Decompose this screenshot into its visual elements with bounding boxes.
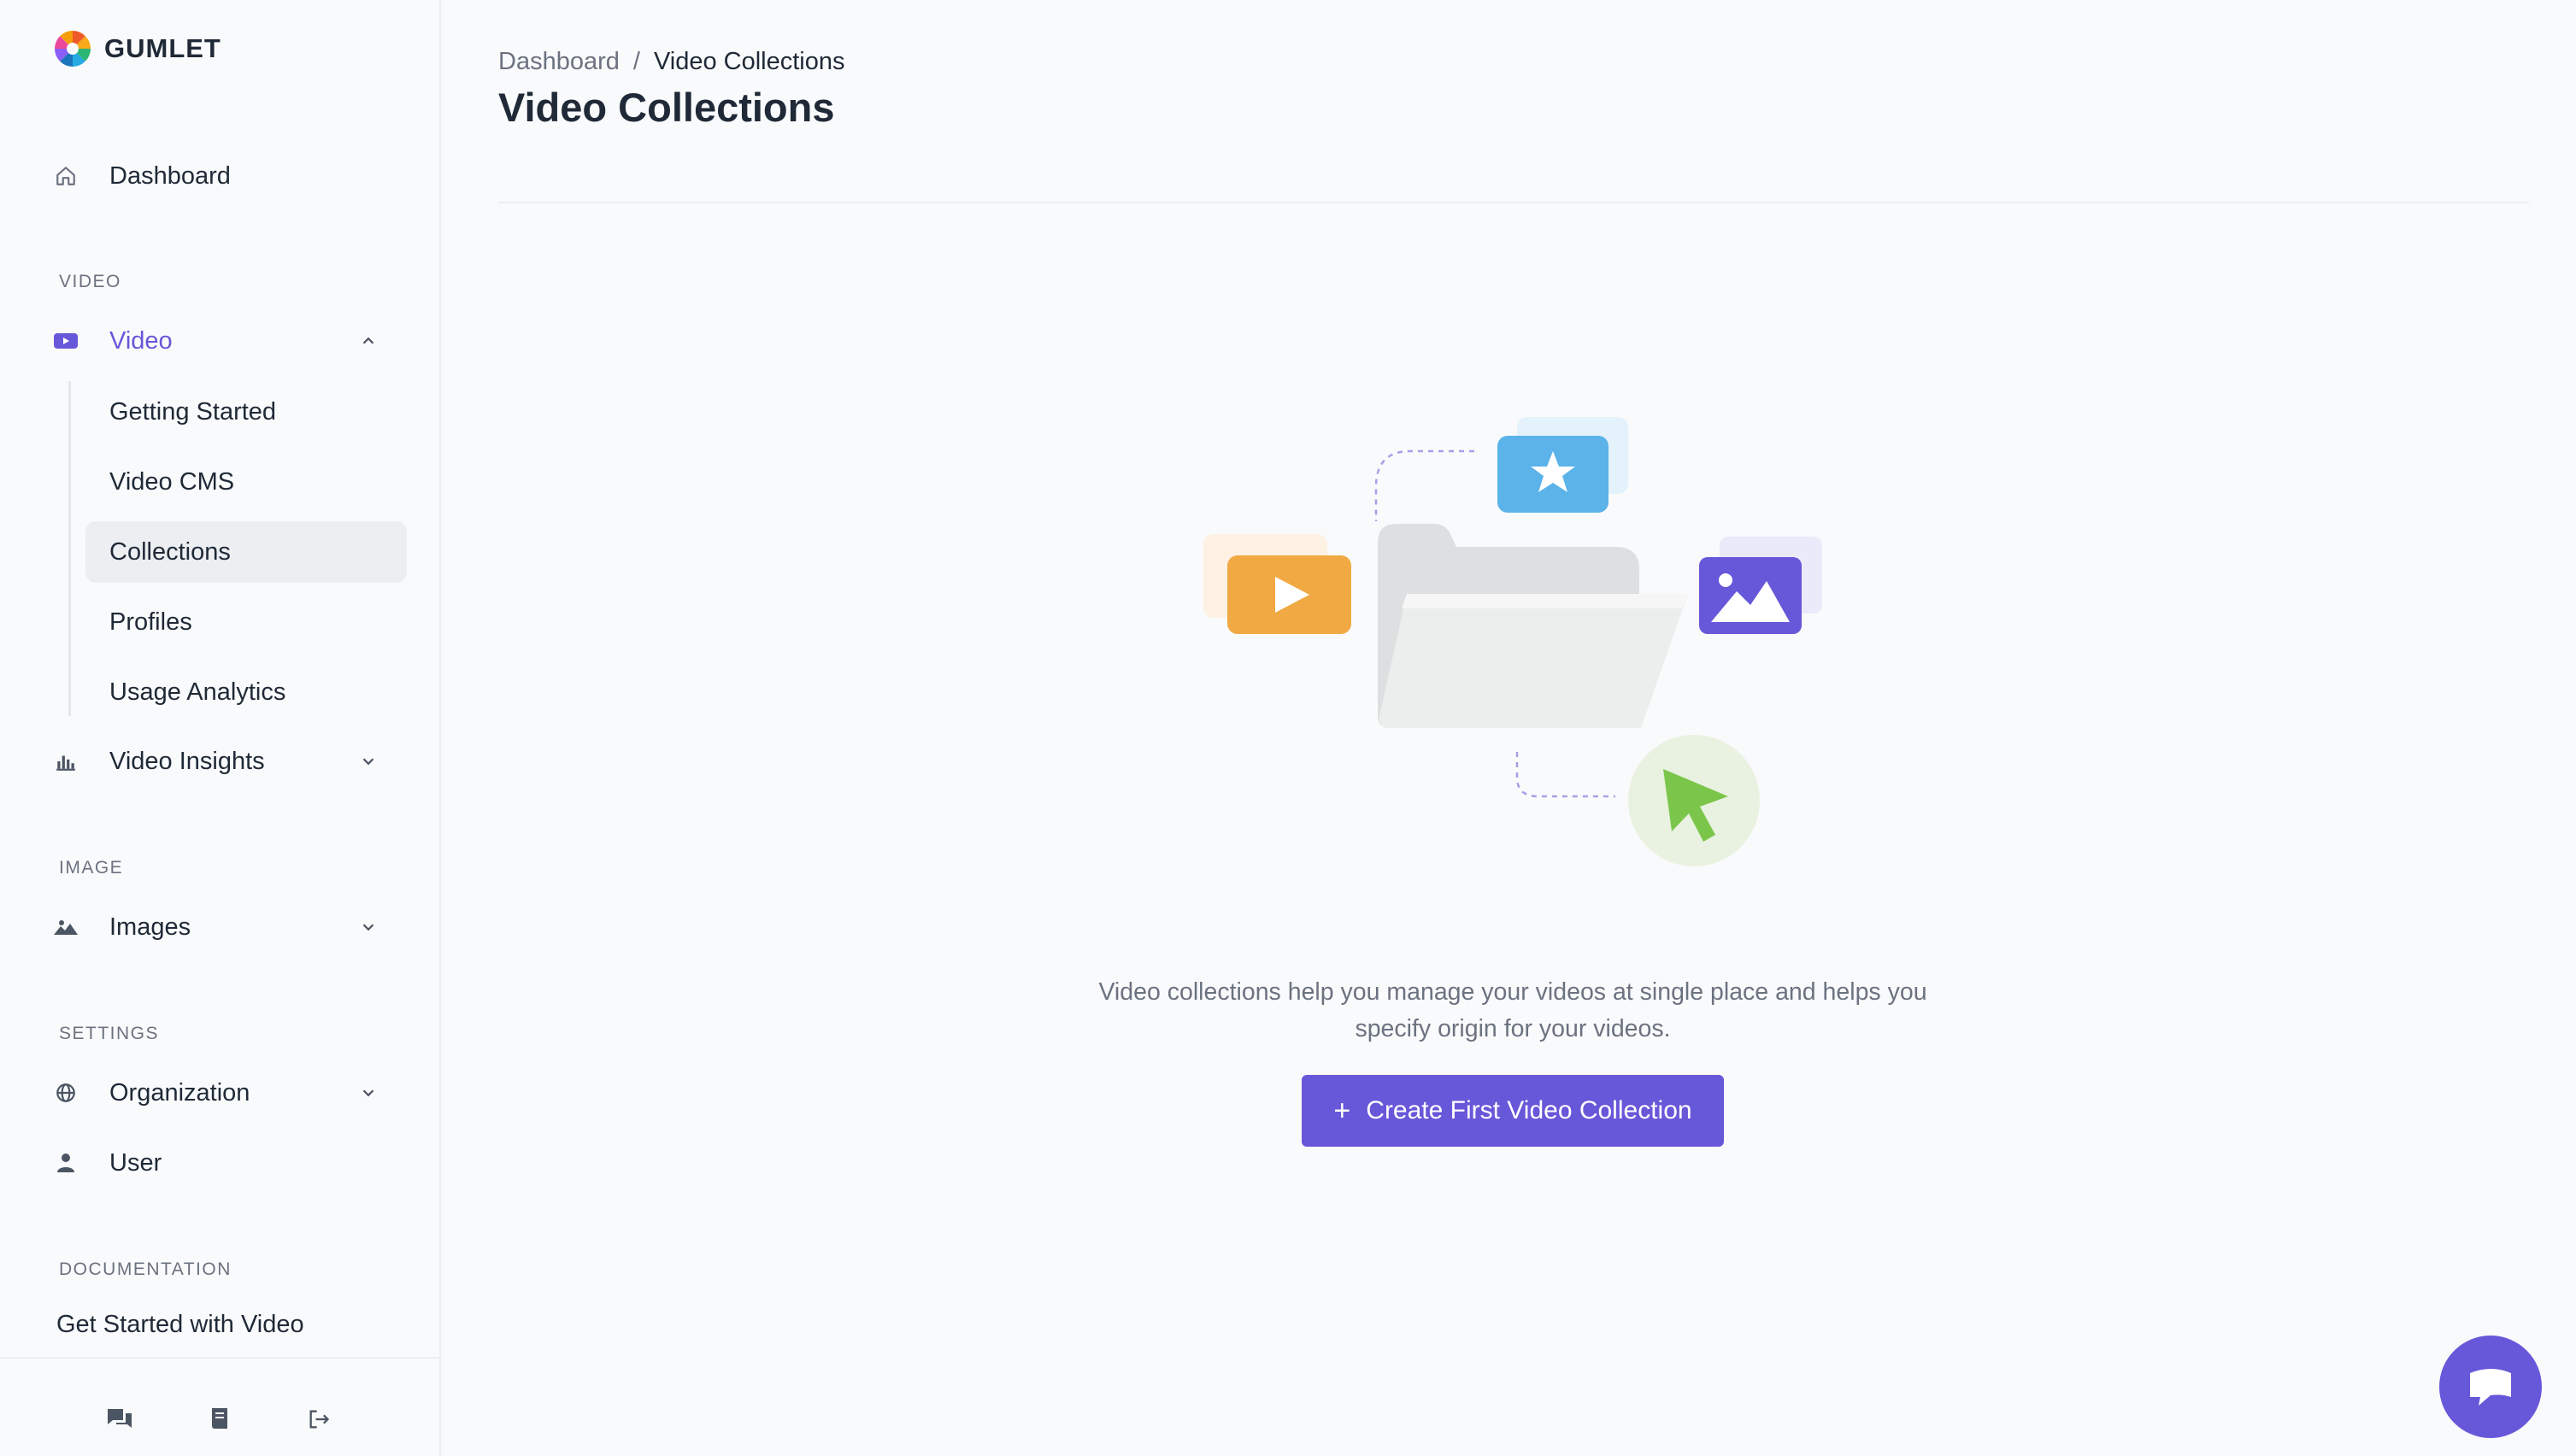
chat-support-button[interactable] — [2439, 1336, 2542, 1438]
gumlet-logo-icon — [55, 31, 91, 67]
empty-collection-illustration — [1203, 417, 1822, 866]
header-divider — [498, 202, 2529, 203]
mountain-image-icon — [53, 914, 79, 940]
breadcrumb-link-dashboard[interactable]: Dashboard — [498, 48, 620, 76]
sidebar-item-label: Organization — [109, 1078, 250, 1107]
sidebar-item-video[interactable]: Video — [53, 314, 395, 367]
section-label-documentation: DOCUMENTATION — [59, 1259, 232, 1279]
create-button-label: Create First Video Collection — [1366, 1096, 1692, 1124]
logout-icon[interactable] — [304, 1405, 333, 1434]
picture-icon — [1699, 557, 1802, 634]
globe-icon — [53, 1080, 79, 1106]
chevron-down-icon[interactable] — [359, 1083, 378, 1102]
user-icon — [53, 1150, 79, 1176]
book-icon[interactable] — [205, 1405, 234, 1434]
sidebar-item-organization[interactable]: Organization — [53, 1066, 395, 1119]
sidebar-item-usage-analytics[interactable]: Usage Analytics — [85, 661, 407, 723]
breadcrumb: Dashboard / Video Collections — [498, 48, 844, 76]
video-play-icon — [53, 328, 79, 354]
sidebar-item-collections[interactable]: Collections — [85, 521, 407, 583]
sidebar-item-profiles[interactable]: Profiles — [85, 591, 407, 653]
sidebar-item-label: User — [109, 1148, 162, 1177]
submenu-rail — [68, 381, 71, 716]
logo-text: GUMLET — [104, 33, 221, 63]
sidebar-item-label: Video Insights — [109, 747, 265, 775]
chevron-up-icon[interactable] — [359, 332, 378, 350]
gumlet-logo[interactable]: GUMLET — [53, 29, 221, 68]
sidebar-footer — [0, 1357, 441, 1456]
sidebar-item-video-insights[interactable]: Video Insights — [53, 735, 395, 788]
page-title: Video Collections — [498, 85, 835, 130]
section-label-video: VIDEO — [59, 272, 121, 291]
sidebar-item-label: Dashboard — [109, 161, 231, 190]
sidebar-item-user[interactable]: User — [53, 1136, 395, 1189]
breadcrumb-current: Video Collections — [653, 48, 845, 75]
sidebar-item-video-cms[interactable]: Video CMS — [85, 451, 407, 513]
sidebar-item-label: Video — [109, 326, 173, 355]
sidebar-item-images[interactable]: Images — [53, 901, 395, 954]
sidebar-item-getting-started[interactable]: Getting Started — [85, 381, 407, 443]
plus-icon: + — [1333, 1095, 1351, 1127]
section-label-settings: SETTINGS — [59, 1024, 160, 1043]
create-first-collection-button[interactable]: + Create First Video Collection — [1302, 1075, 1724, 1147]
chat-bubbles-icon[interactable] — [105, 1405, 134, 1434]
chevron-down-icon[interactable] — [359, 752, 378, 771]
section-label-image: IMAGE — [59, 858, 124, 878]
chat-icon — [2470, 1369, 2511, 1406]
bar-chart-icon — [53, 749, 79, 774]
empty-state-description: Video collections help you manage your v… — [1098, 978, 1927, 1042]
chevron-down-icon[interactable] — [359, 918, 378, 936]
sidebar-item-label: Images — [109, 913, 191, 941]
sidebar-item-dashboard[interactable]: Dashboard — [53, 150, 395, 203]
home-icon — [53, 163, 79, 189]
docs-link-get-started-video[interactable]: Get Started with Video — [56, 1311, 304, 1339]
breadcrumb-separator: / — [632, 48, 640, 75]
sidebar: GUMLET Dashboard VIDEO Video Getting Sta… — [0, 0, 441, 1456]
